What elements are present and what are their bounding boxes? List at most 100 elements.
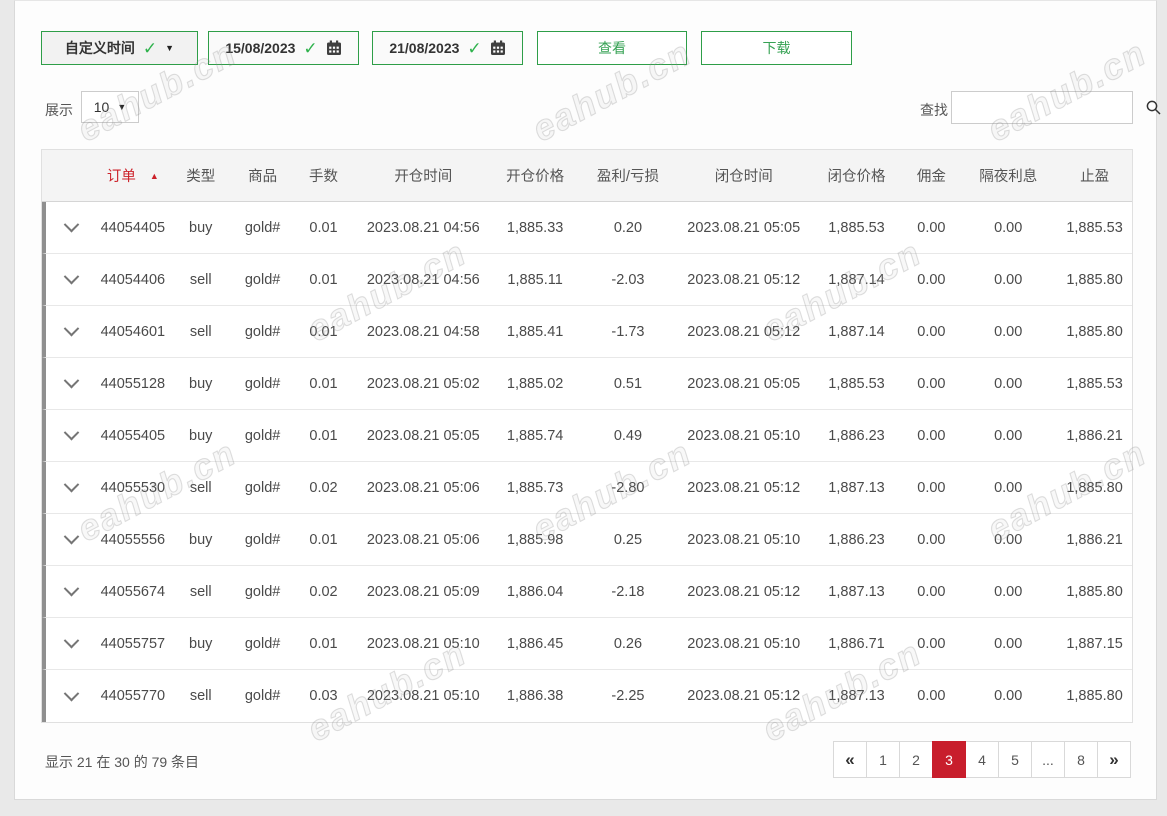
cell-open-time: 2023.08.21 05:05	[366, 427, 480, 444]
pagination-first-button[interactable]: «	[833, 741, 867, 778]
pagination-ellipsis[interactable]: ...	[1031, 741, 1065, 778]
cell-swap: 0.00	[994, 531, 1023, 548]
column-header-close-time[interactable]: 闭仓时间	[678, 165, 810, 186]
cell-lots: 0.01	[309, 635, 338, 652]
cell-close-price: 1,887.14	[828, 271, 885, 288]
cell-type: buy	[189, 375, 213, 392]
cell-open-price: 1,885.11	[507, 271, 563, 288]
cell-close-price: 1,887.13	[828, 479, 885, 496]
pagination-page-4[interactable]: 4	[965, 741, 999, 778]
cell-take-profit: 1,885.80	[1066, 479, 1123, 496]
pagination-last-button[interactable]: »	[1097, 741, 1131, 778]
pagination-page-1[interactable]: 1	[866, 741, 900, 778]
row-expand-button[interactable]	[46, 358, 97, 409]
pagination-page-3[interactable]: 3	[932, 741, 966, 778]
cell-commission: 0.00	[917, 583, 946, 600]
cell-profit-loss: 0.26	[613, 635, 643, 652]
cell-type: buy	[189, 531, 213, 548]
cell-profit-loss: 0.49	[613, 427, 643, 444]
cell-close-time: 2023.08.21 05:05	[687, 219, 801, 236]
cell-swap: 0.00	[994, 635, 1023, 652]
cell-product: gold#	[244, 323, 281, 340]
row-expand-button[interactable]	[46, 306, 97, 357]
pagination-page-8[interactable]: 8	[1064, 741, 1098, 778]
column-header-take-profit[interactable]: 止盈	[1057, 165, 1132, 186]
cell-lots: 0.03	[309, 688, 338, 704]
cell-product: gold#	[244, 583, 281, 600]
table-row: 44055556 buy gold# 0.01 2023.08.21 05:06…	[42, 514, 1132, 566]
row-expand-button[interactable]	[46, 618, 97, 669]
cell-order: 44055556	[100, 531, 166, 548]
cell-open-time: 2023.08.21 05:06	[366, 531, 480, 548]
view-button[interactable]: 查看	[537, 31, 687, 65]
calendar-icon	[326, 40, 342, 56]
cell-lots: 0.01	[309, 271, 338, 288]
cell-open-price: 1,885.73	[506, 479, 564, 496]
cell-lots: 0.01	[309, 219, 338, 236]
download-button[interactable]: 下载	[701, 31, 852, 65]
row-expand-button[interactable]	[46, 202, 97, 253]
row-expand-button[interactable]	[46, 670, 97, 722]
cell-swap: 0.00	[994, 688, 1023, 704]
cell-open-time: 2023.08.21 04:56	[366, 219, 480, 236]
column-header-product[interactable]: 商品	[233, 165, 293, 186]
column-header-lots[interactable]: 手数	[293, 165, 355, 186]
cell-close-price: 1,886.71	[828, 635, 885, 652]
column-header-swap[interactable]: 隔夜利息	[959, 165, 1057, 186]
column-header-type[interactable]: 类型	[169, 165, 233, 186]
column-header-order[interactable]: 订单 ▲	[97, 165, 169, 186]
check-icon: ✓	[142, 38, 158, 58]
cell-product: gold#	[244, 375, 281, 392]
cell-lots: 0.01	[309, 375, 338, 392]
row-expand-button[interactable]	[46, 410, 97, 461]
date-to-picker[interactable]: 21/08/2023 ✓	[372, 31, 523, 65]
cell-commission: 0.00	[917, 479, 946, 496]
cell-profit-loss: 0.25	[613, 531, 643, 548]
cell-lots: 0.02	[309, 583, 338, 600]
column-header-open-price[interactable]: 开仓价格	[492, 165, 578, 186]
check-icon: ✓	[467, 38, 482, 58]
cell-close-price: 1,886.23	[828, 427, 885, 444]
cell-open-price: 1,885.02	[506, 375, 564, 392]
cell-close-time: 2023.08.21 05:12	[687, 271, 801, 288]
cell-order: 44054601	[100, 323, 166, 340]
table-row: 44055128 buy gold# 0.01 2023.08.21 05:02…	[42, 358, 1132, 410]
cell-open-time: 2023.08.21 05:06	[366, 479, 480, 496]
row-expand-button[interactable]	[46, 566, 97, 617]
cell-take-profit: 1,885.80	[1066, 323, 1123, 340]
row-expand-button[interactable]	[46, 462, 97, 513]
search-icon[interactable]	[1145, 99, 1162, 116]
cell-product: gold#	[244, 219, 281, 236]
cell-order: 44054405	[100, 219, 166, 236]
pagination-page-2[interactable]: 2	[899, 741, 933, 778]
check-icon: ✓	[303, 38, 318, 58]
cell-close-time: 2023.08.21 05:10	[687, 635, 801, 652]
pagination-page-5[interactable]: 5	[998, 741, 1032, 778]
cell-order: 44055128	[100, 375, 166, 392]
date-from-picker[interactable]: 15/08/2023 ✓	[208, 31, 359, 65]
cell-open-price: 1,885.33	[506, 219, 564, 236]
cell-close-time: 2023.08.21 05:05	[687, 375, 801, 392]
column-header-profit-loss[interactable]: 盈利/亏损	[578, 165, 678, 186]
cell-open-time: 2023.08.21 04:56	[366, 271, 480, 288]
search-input[interactable]	[952, 92, 1145, 123]
page-size-select[interactable]: 10 ▼	[81, 91, 139, 123]
column-header-open-time[interactable]: 开仓时间	[354, 165, 492, 186]
cell-open-time: 2023.08.21 05:09	[366, 583, 480, 600]
pagination: « 1 2 3 4 5... 8 »	[833, 741, 1131, 778]
time-range-dropdown[interactable]: 自定义时间 ✓ ▼	[41, 31, 198, 65]
cell-take-profit: 1,885.80	[1066, 688, 1123, 704]
column-header-commission[interactable]: 佣金	[903, 165, 959, 186]
cell-order: 44055530	[100, 479, 166, 496]
cell-commission: 0.00	[917, 271, 946, 288]
cell-commission: 0.00	[917, 531, 946, 548]
chevron-down-icon	[63, 476, 80, 493]
cell-commission: 0.00	[917, 375, 946, 392]
cell-take-profit: 1,885.80	[1066, 271, 1123, 288]
cell-take-profit: 1,886.21	[1066, 427, 1123, 444]
row-expand-button[interactable]	[46, 254, 97, 305]
column-header-close-price[interactable]: 闭仓价格	[810, 165, 904, 186]
row-expand-button[interactable]	[46, 514, 97, 565]
cell-lots: 0.01	[309, 531, 338, 548]
chevron-down-icon	[63, 216, 80, 233]
